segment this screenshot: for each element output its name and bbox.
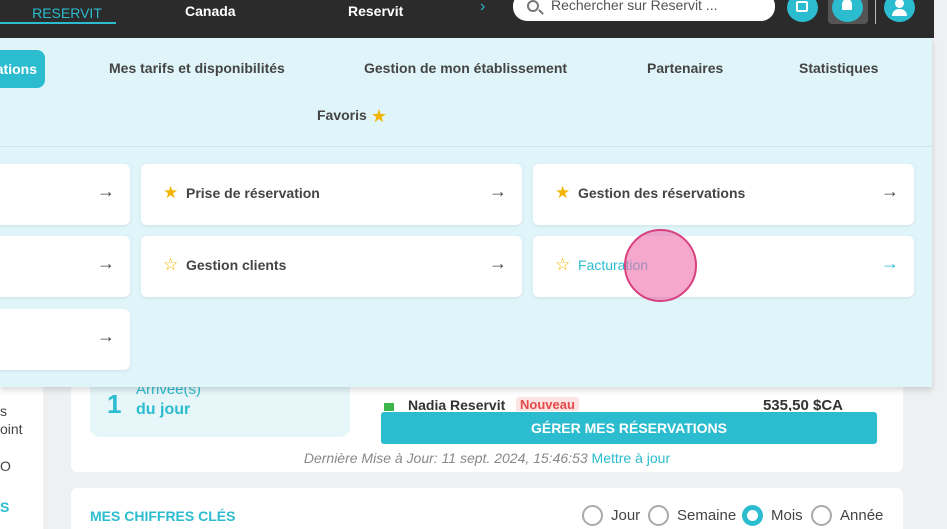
star-outline-icon[interactable]: ☆ [555,255,570,275]
radio-label-annee: Année [840,507,884,524]
radio-annee[interactable] [811,505,832,526]
arrivals-count: 1 [107,389,122,419]
user-button[interactable] [884,0,915,22]
sidebar-link[interactable]: S [0,499,9,515]
tab-reservations[interactable]: ations [0,50,45,88]
guest-name: Nadia Reservit [408,397,506,411]
radio-label-jour: Jour [611,507,641,524]
star-filled-icon[interactable]: ★ [163,183,178,203]
left-sidebar: s oint O S [0,387,43,529]
tab-gestion-etablissement[interactable]: Gestion de mon établissement [364,60,567,76]
bell-icon [842,0,852,10]
menu-divider [0,146,932,147]
arrivals-box[interactable]: 1 Arrivée(s) du jour [90,381,350,437]
arrow-right-icon: → [489,253,507,273]
sidebar-text: oint [0,421,23,437]
menu-card-gestion-clients[interactable]: ☆ Gestion clients → [141,236,522,297]
bell-circle [832,0,863,22]
status-dot [384,403,394,411]
reservation-row[interactable]: Nadia Reservit Nouveau 535,50 $CA [381,397,868,411]
card-label: Gestion des réservations [578,185,746,201]
reservations-panel: 1 Arrivée(s) du jour Nadia Reservit Nouv… [71,381,903,472]
arrow-right-icon: → [97,326,115,346]
last-update: Dernière Mise à Jour: 11 sept. 2024, 15:… [71,450,903,466]
mega-menu: ations Mes tarifs et disponibilités Gest… [0,38,932,387]
menu-card-prise-reservation[interactable]: ★ Prise de réservation → [141,164,522,225]
arrow-right-icon: → [881,253,899,273]
card-label: Gestion clients [186,257,287,273]
menu-card-gestion-reservations[interactable]: ★ Gestion des réservations → [533,164,914,225]
status-badge: Nouveau [516,397,579,411]
arrow-right-icon: → [881,181,899,201]
calendar-icon [796,1,808,12]
notifications-button[interactable] [828,0,868,24]
sidebar-text: O [0,458,11,474]
star-outline-icon[interactable]: ☆ [163,255,178,275]
top-bar: RESERVIT Canada Reservit › Rechercher su… [0,0,934,38]
radio-label-semaine: Semaine [677,507,737,524]
card-label: Prise de réservation [186,185,320,201]
chevron-right-icon[interactable]: › [480,0,485,16]
nav-reservit[interactable]: Reservit [348,3,403,19]
arrivals-sublabel: du jour [136,401,191,418]
arrow-right-icon: → [489,181,507,201]
user-icon [895,0,904,8]
menu-card[interactable]: → [0,164,130,225]
radio-label-mois: Mois [771,507,803,524]
menu-card[interactable]: → [0,309,130,370]
search-icon [527,0,539,12]
favoris-label: Favoris [317,107,367,123]
star-icon: ★ [370,106,387,126]
tab-partenaires[interactable]: Partenaires [647,60,723,76]
nav-canada[interactable]: Canada [185,3,236,19]
user-icon-body [892,9,907,16]
key-figures-panel: MES CHIFFRES CLÉS Jour Semaine Mois Anné… [71,488,903,529]
star-filled-icon[interactable]: ★ [555,183,570,203]
tab-statistiques[interactable]: Statistiques [799,60,878,76]
manage-reservations-button[interactable]: GÉRER MES RÉSERVATIONS [381,412,877,444]
brand-label: RESERVIT [32,5,102,21]
search-input[interactable]: Rechercher sur Reservit ... [513,0,775,21]
radio-jour[interactable] [582,505,603,526]
arrow-right-icon: → [97,253,115,273]
reservation-price: 535,50 $CA [762,397,843,411]
tab-tarifs[interactable]: Mes tarifs et disponibilités [109,60,285,76]
key-figures-title: MES CHIFFRES CLÉS [90,508,236,524]
menu-card-facturation[interactable]: ☆ Facturation → [533,236,914,297]
radio-semaine[interactable] [648,505,669,526]
cursor-highlight [624,229,697,302]
calendar-button[interactable] [787,0,818,22]
menu-card[interactable]: → [0,236,130,297]
last-update-text: Dernière Mise à Jour: 11 sept. 2024, 15:… [303,450,588,466]
arrow-right-icon: → [97,181,115,201]
search-placeholder: Rechercher sur Reservit ... [551,0,718,13]
divider [875,0,876,24]
tab-favoris[interactable]: Favoris ★ [317,106,387,127]
refresh-link[interactable]: Mettre à jour [592,450,671,466]
sidebar-text: s [0,403,7,419]
radio-mois[interactable] [742,505,763,526]
brand-tab[interactable]: RESERVIT [0,2,116,24]
